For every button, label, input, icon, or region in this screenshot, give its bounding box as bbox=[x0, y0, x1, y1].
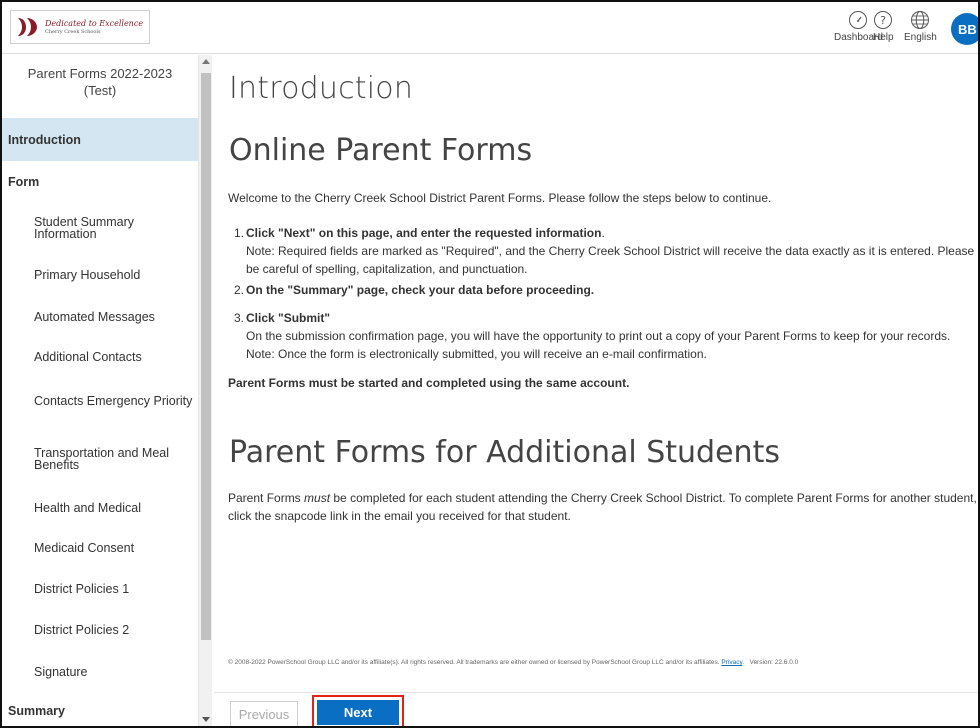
sidebar-item-district-policies-1[interactable]: District Policies 1 bbox=[2, 568, 198, 610]
next-button[interactable]: Next bbox=[317, 700, 399, 725]
svg-text:?: ? bbox=[880, 14, 886, 27]
sidebar-item-additional-contacts[interactable]: Additional Contacts bbox=[2, 336, 198, 378]
logo-mark-icon bbox=[18, 18, 37, 36]
user-avatar[interactable]: BB bbox=[951, 13, 978, 45]
step-number: 1. bbox=[234, 226, 245, 240]
same-account-notice: Parent Forms must be started and complet… bbox=[228, 376, 630, 390]
step-title: Click "Next" on this page, and enter the… bbox=[246, 226, 602, 240]
sidebar-item-transportation[interactable]: Transportation and Meal Benefits bbox=[2, 438, 198, 480]
scrollbar-thumb[interactable] bbox=[201, 73, 211, 640]
step-1: 1. Click "Next" on this page, and enter t… bbox=[234, 224, 978, 278]
version-text: Version: 22.6.0.0 bbox=[749, 659, 799, 666]
page-title: Introduction bbox=[229, 71, 414, 106]
sidebar-item-signature[interactable]: Signature bbox=[2, 651, 198, 693]
sidebar-item-student-summary[interactable]: Student Summary Information bbox=[2, 207, 198, 249]
step-number: 3. bbox=[234, 311, 245, 325]
sidebar-item-introduction[interactable]: Introduction bbox=[2, 118, 198, 161]
sidebar-item-primary-household[interactable]: Primary Household bbox=[2, 254, 198, 296]
step-2: 2. On the "Summary" page, check your data… bbox=[234, 281, 978, 299]
sidebar-item-form[interactable]: Form bbox=[2, 161, 198, 203]
next-button-highlight: Next bbox=[312, 695, 404, 726]
globe-icon bbox=[911, 11, 930, 29]
language-label: English bbox=[904, 32, 937, 43]
logo-tagline: Dedicated to Excellence bbox=[45, 19, 144, 28]
additional-students-text: Parent Forms must be completed for each … bbox=[228, 489, 978, 525]
scroll-up-icon[interactable] bbox=[202, 59, 210, 64]
additional-text-emphasis: must bbox=[304, 491, 331, 505]
main-content: Introduction Online Parent Forms Welcome… bbox=[214, 55, 978, 726]
logo-name: Cherry Creek Schools bbox=[45, 29, 101, 35]
help-question-icon: ? bbox=[874, 11, 893, 29]
step-title: Click "Submit" bbox=[246, 311, 331, 325]
sidebar-title: Parent Forms 2022-2023 (Test) bbox=[27, 66, 173, 98]
section-title-online-forms: Online Parent Forms bbox=[229, 133, 533, 168]
help-button[interactable]: ? Help bbox=[873, 10, 894, 43]
previous-button[interactable]: Previous bbox=[230, 701, 298, 726]
sidebar-item-district-policies-2[interactable]: District Policies 2 bbox=[2, 609, 198, 651]
dashboard-gauge-icon bbox=[849, 11, 868, 29]
sidebar-item-health-medical[interactable]: Health and Medical bbox=[2, 487, 198, 529]
district-logo[interactable]: Dedicated to Excellence Cherry Creek Sch… bbox=[10, 10, 150, 44]
step-number: 2. bbox=[234, 283, 245, 297]
sidebar-item-automated-messages[interactable]: Automated Messages bbox=[2, 296, 198, 338]
scroll-down-icon[interactable] bbox=[202, 717, 210, 722]
sidebar-scrollbar[interactable] bbox=[198, 55, 212, 726]
step-note: On the submission confirmation page, you… bbox=[246, 329, 951, 361]
additional-text-start: Parent Forms bbox=[228, 491, 305, 505]
sidebar-item-medicaid-consent[interactable]: Medicaid Consent bbox=[2, 527, 198, 569]
app-frame: Dedicated to Excellence Cherry Creek Sch… bbox=[0, 0, 980, 728]
form-navigation-bar: Previous Next bbox=[214, 692, 978, 726]
language-button[interactable]: English bbox=[904, 10, 937, 43]
step-note: Note: Required fields are marked as "Req… bbox=[246, 244, 975, 276]
step-3: 3. Click "Submit" On the submission confi… bbox=[234, 309, 978, 363]
additional-text-end: be completed for each student attending … bbox=[228, 491, 977, 523]
help-label: Help bbox=[873, 32, 894, 43]
privacy-link[interactable]: Privacy bbox=[721, 659, 742, 666]
forms-sidebar: Parent Forms 2022-2023 (Test) Introducti… bbox=[2, 55, 198, 726]
welcome-text: Welcome to the Cherry Creek School Distr… bbox=[228, 191, 772, 205]
section-title-additional-students: Parent Forms for Additional Students bbox=[229, 435, 780, 470]
sidebar-item-summary[interactable]: Summary bbox=[2, 691, 198, 726]
copyright-footer: © 2008-2022 PowerSchool Group LLC and/or… bbox=[228, 659, 799, 666]
step-title-suffix: . bbox=[601, 226, 605, 240]
step-title: On the "Summary" page, check your data b… bbox=[246, 283, 595, 297]
copyright-text: © 2008-2022 PowerSchool Group LLC and/or… bbox=[228, 659, 720, 666]
top-header: Dedicated to Excellence Cherry Creek Sch… bbox=[2, 2, 978, 54]
sidebar-item-contacts-emergency[interactable]: Contacts Emergency Priority bbox=[2, 380, 198, 422]
